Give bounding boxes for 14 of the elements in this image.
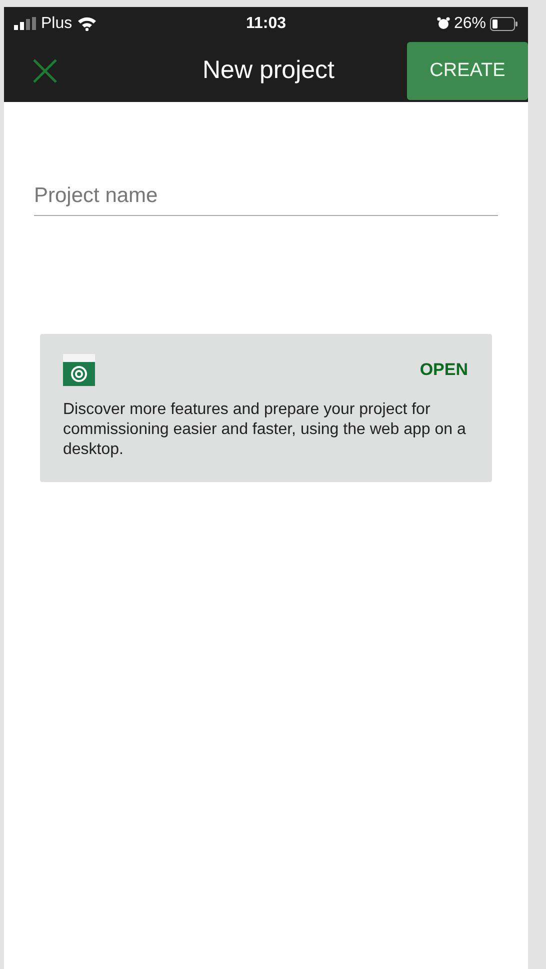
promo-text: Discover more features and prepare your project for commissioning easier and faster, using the web app on a desktop. (63, 400, 467, 460)
clock-time: 11:03 (246, 14, 286, 34)
project-name-field[interactable]: Project name (34, 176, 498, 216)
signal-icon (14, 17, 36, 30)
battery-percentage: 26% (454, 14, 486, 34)
app-logo-icon (63, 354, 95, 386)
create-button[interactable]: CREATE (407, 42, 528, 100)
battery-icon (490, 16, 518, 30)
open-link[interactable]: OPEN (420, 357, 468, 383)
carrier-name: Plus (41, 14, 72, 34)
close-icon (32, 58, 58, 84)
wifi-icon (77, 16, 98, 31)
page-title: New project (202, 55, 334, 86)
alarm-icon (436, 17, 450, 30)
